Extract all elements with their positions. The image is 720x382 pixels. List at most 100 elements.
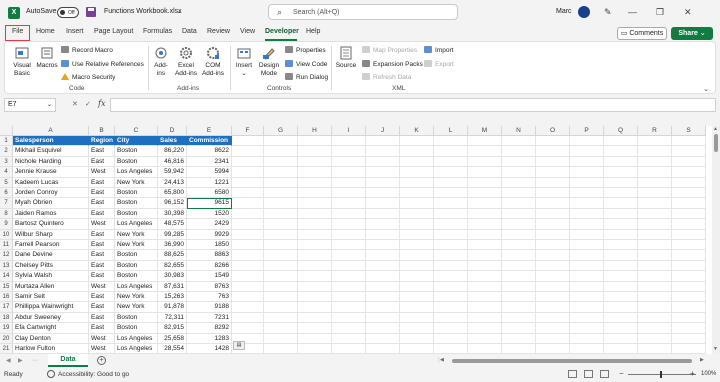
table-cell[interactable]: 25,658 <box>158 333 187 344</box>
table-cell[interactable]: 1549 <box>187 271 232 282</box>
properties-button[interactable]: Properties <box>285 46 326 55</box>
empty-cell[interactable] <box>638 333 672 344</box>
empty-cell[interactable] <box>366 344 400 354</box>
table-cell[interactable]: New York <box>115 229 158 240</box>
empty-cell[interactable] <box>366 240 400 251</box>
column-header-f[interactable]: F <box>232 126 264 136</box>
empty-cell[interactable] <box>570 167 604 178</box>
empty-cell[interactable] <box>468 344 502 354</box>
table-cell[interactable]: New York <box>115 292 158 303</box>
empty-cell[interactable] <box>366 302 400 313</box>
empty-cell[interactable] <box>672 302 706 313</box>
empty-cell[interactable] <box>232 312 264 324</box>
table-cell[interactable]: East <box>89 323 115 334</box>
empty-cell[interactable] <box>264 323 298 334</box>
empty-cell[interactable] <box>298 198 332 209</box>
empty-cell[interactable] <box>434 198 468 209</box>
row-header[interactable]: 5 <box>0 177 13 188</box>
empty-cell[interactable] <box>672 188 706 199</box>
empty-cell[interactable] <box>264 240 298 251</box>
empty-cell[interactable] <box>468 146 502 157</box>
table-cell[interactable]: 1283 <box>187 333 232 344</box>
empty-cell[interactable] <box>502 323 536 334</box>
table-cell[interactable]: Chelsey Pitts <box>13 260 89 272</box>
insert-function-icon[interactable]: fx <box>98 99 105 108</box>
empty-cell[interactable] <box>264 281 298 292</box>
table-cell[interactable]: Kadeem Lucas <box>13 177 89 188</box>
share-button[interactable]: Share ⌄ <box>671 27 713 40</box>
empty-cell[interactable] <box>264 271 298 282</box>
empty-cell[interactable] <box>400 198 434 209</box>
empty-cell[interactable] <box>400 208 434 220</box>
empty-cell[interactable] <box>468 281 502 292</box>
empty-cell[interactable] <box>400 167 434 178</box>
table-cell[interactable]: West <box>89 281 115 292</box>
empty-cell[interactable] <box>638 146 672 157</box>
empty-cell[interactable] <box>264 208 298 220</box>
empty-cell[interactable] <box>638 167 672 178</box>
table-cell[interactable]: East <box>89 156 115 168</box>
empty-cell[interactable] <box>604 312 638 324</box>
table-cell[interactable]: 99,285 <box>158 229 187 240</box>
normal-view-icon[interactable] <box>568 370 577 378</box>
table-cell[interactable]: Boston <box>115 146 158 157</box>
empty-cell[interactable] <box>434 281 468 292</box>
table-cell[interactable]: East <box>89 240 115 251</box>
row-header[interactable]: 21 <box>0 344 13 354</box>
empty-cell[interactable] <box>570 219 604 230</box>
empty-cell[interactable] <box>638 188 672 199</box>
empty-cell[interactable] <box>232 208 264 220</box>
empty-cell[interactable] <box>468 188 502 199</box>
row-header[interactable]: 11 <box>0 240 13 251</box>
empty-cell[interactable] <box>264 219 298 230</box>
empty-cell[interactable] <box>298 167 332 178</box>
accessibility-status[interactable]: Accessibility: Good to go <box>58 371 129 378</box>
visual-basic-button[interactable]: Visual Basic <box>9 46 35 78</box>
empty-cell[interactable] <box>536 271 570 282</box>
document-title[interactable]: Functions Workbook.xlsx <box>104 8 182 15</box>
cancel-icon[interactable]: ✕ <box>72 100 78 108</box>
empty-cell[interactable] <box>536 219 570 230</box>
row-header[interactable]: 13 <box>0 260 13 272</box>
table-cell[interactable]: Samir Selt <box>13 292 89 303</box>
empty-cell[interactable] <box>502 156 536 168</box>
empty-cell[interactable] <box>638 281 672 292</box>
empty-cell[interactable] <box>536 188 570 199</box>
empty-cell[interactable] <box>434 219 468 230</box>
table-cell[interactable]: 1221 <box>187 177 232 188</box>
com-addins-button[interactable]: COM Add-ins <box>201 46 225 78</box>
empty-cell[interactable] <box>264 312 298 324</box>
close-icon[interactable]: ✕ <box>684 7 692 18</box>
empty-cell[interactable] <box>672 167 706 178</box>
empty-cell[interactable] <box>264 292 298 303</box>
chevron-down-icon[interactable]: ⌄ <box>177 8 182 15</box>
vertical-scroll-thumb[interactable] <box>714 134 718 152</box>
empty-cell[interactable] <box>298 260 332 272</box>
empty-cell[interactable] <box>502 219 536 230</box>
empty-cell[interactable] <box>366 219 400 230</box>
empty-cell[interactable] <box>400 240 434 251</box>
empty-cell[interactable] <box>332 188 366 199</box>
empty-cell[interactable] <box>638 323 672 334</box>
table-cell[interactable]: 30,398 <box>158 208 187 220</box>
empty-cell[interactable] <box>536 312 570 324</box>
empty-cell[interactable] <box>468 333 502 344</box>
empty-cell[interactable] <box>570 292 604 303</box>
empty-cell[interactable] <box>366 281 400 292</box>
excel-addins-button[interactable]: Excel Add-ins <box>173 46 199 78</box>
tab-insert[interactable]: Insert <box>66 28 84 35</box>
empty-cell[interactable] <box>570 281 604 292</box>
empty-cell[interactable] <box>232 136 264 147</box>
map-properties-button[interactable]: Map Properties <box>362 46 417 55</box>
empty-cell[interactable] <box>536 146 570 157</box>
empty-cell[interactable] <box>570 240 604 251</box>
empty-cell[interactable] <box>536 240 570 251</box>
empty-cell[interactable] <box>434 208 468 220</box>
avatar[interactable] <box>578 6 590 18</box>
empty-cell[interactable] <box>232 146 264 157</box>
use-relative-references-button[interactable]: Use Relative References <box>61 60 144 69</box>
empty-cell[interactable] <box>468 250 502 261</box>
table-cell[interactable]: Dane Devine <box>13 250 89 261</box>
page-layout-view-icon[interactable] <box>584 370 593 378</box>
empty-cell[interactable] <box>366 167 400 178</box>
